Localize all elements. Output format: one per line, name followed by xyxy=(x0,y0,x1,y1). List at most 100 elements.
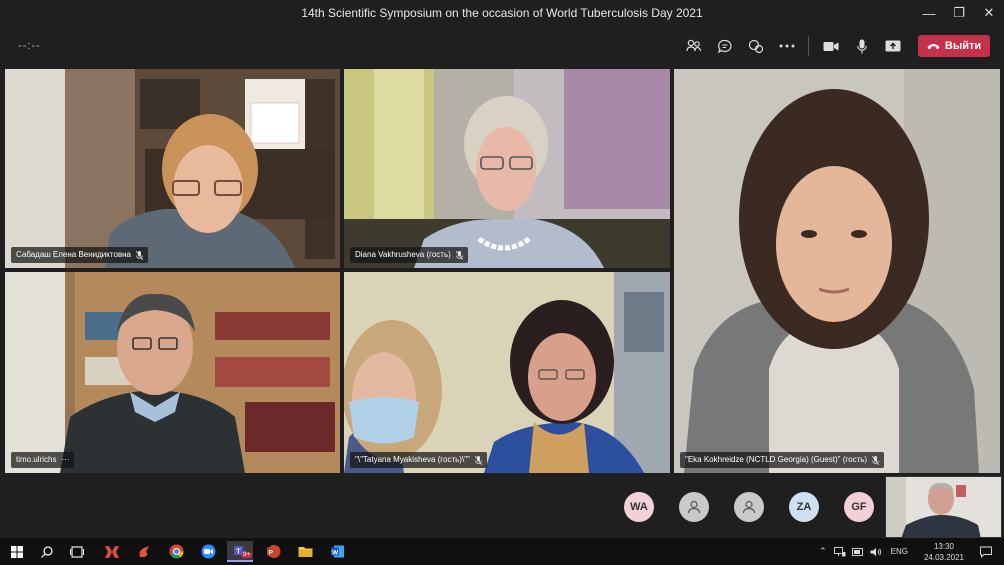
battery-icon[interactable] xyxy=(851,547,864,556)
self-video xyxy=(886,477,1001,537)
participant-strip: WA ZA GF xyxy=(0,476,1004,538)
participant-video xyxy=(344,272,670,473)
participant-video xyxy=(5,272,340,473)
svg-text:T: T xyxy=(236,548,241,555)
system-clock[interactable]: 13:30 24.03.2021 xyxy=(914,541,974,563)
leave-button[interactable]: Выйти xyxy=(918,35,990,57)
participants-button[interactable] xyxy=(678,34,709,58)
taskbar-app-chrome[interactable] xyxy=(163,541,189,562)
participant-name-tag: Сабадаш Елена Венидиктовна xyxy=(11,247,149,263)
participant-video xyxy=(344,69,670,268)
title-bar: 14th Scientific Symposium on the occasio… xyxy=(0,0,1004,26)
chat-button[interactable] xyxy=(709,34,740,58)
video-tile-timo[interactable]: timo.ulrichs ··· xyxy=(5,272,340,473)
task-view-icon xyxy=(70,545,84,558)
participant-name-tag: "\"Tatyana Myakisheva (гость)\"" xyxy=(350,452,487,468)
taskbar-app-word[interactable]: W xyxy=(324,541,350,562)
participant-name: Сабадаш Елена Венидиктовна xyxy=(16,250,132,259)
meeting-toolbar: --:-- Выйти xyxy=(0,26,1004,66)
clock-date: 24.03.2021 xyxy=(923,552,964,562)
input-language[interactable]: ENG xyxy=(885,547,914,556)
participant-name: "Eka Kokhreidze (NCTLD Georgia) (Guest)"… xyxy=(685,455,868,464)
person-icon xyxy=(742,500,756,514)
word-icon: W xyxy=(330,545,344,558)
restore-icon[interactable]: ❐ xyxy=(944,0,974,26)
avatar-initials: GF xyxy=(851,501,867,513)
video-grid: Сабадаш Елена Венидиктовна Diana Vakhrus… xyxy=(0,66,1004,476)
avatar-generic[interactable] xyxy=(679,492,709,522)
minimize-icon[interactable]: — xyxy=(914,0,944,26)
reactions-icon xyxy=(748,39,763,53)
taskbar-app-explorer[interactable] xyxy=(292,541,318,562)
reactions-button[interactable] xyxy=(740,34,771,58)
powerpoint-icon: P xyxy=(266,545,280,558)
share-screen-icon xyxy=(885,40,900,52)
mic-muted-icon xyxy=(455,250,463,260)
chrome-icon xyxy=(169,544,183,559)
taskbar-app-lightning[interactable] xyxy=(131,541,157,562)
mic-muted-icon xyxy=(474,455,482,465)
task-view-button[interactable] xyxy=(64,541,90,562)
search-icon xyxy=(41,545,53,558)
volume-icon[interactable] xyxy=(870,547,882,557)
close-icon[interactable]: ✕ xyxy=(974,0,1004,26)
meeting-controls: Выйти xyxy=(678,34,990,58)
microphone-icon xyxy=(856,39,867,53)
microphone-button[interactable] xyxy=(846,34,877,58)
participant-name-tag: timo.ulrichs ··· xyxy=(11,452,75,468)
teams-badge: 9+ xyxy=(241,552,252,558)
share-screen-button[interactable] xyxy=(877,34,908,58)
mic-muted-icon xyxy=(872,455,880,465)
self-view-video[interactable] xyxy=(885,476,1002,538)
clock-time: 13:30 xyxy=(933,541,954,551)
taskbar-app-teams[interactable]: T 9+ xyxy=(227,541,253,562)
participant-name: Diana Vakhrusheva (гость) xyxy=(355,250,451,259)
video-tile-eka[interactable]: "Eka Kokhreidze (NCTLD Georgia) (Guest)"… xyxy=(674,69,1000,473)
avatar-za[interactable]: ZA xyxy=(789,492,819,522)
taskbar-app-dc[interactable] xyxy=(99,541,125,562)
start-button[interactable] xyxy=(4,541,30,562)
more-actions-button[interactable] xyxy=(771,34,802,58)
dc-app-icon xyxy=(105,545,119,558)
avatar-initials: ZA xyxy=(796,501,812,513)
taskbar-app-zoom[interactable] xyxy=(195,541,221,562)
camera-button[interactable] xyxy=(815,34,846,58)
network-icon[interactable] xyxy=(833,546,846,557)
lightning-app-icon xyxy=(139,545,149,557)
avatar-initials: WA xyxy=(630,501,648,513)
video-tile-diana[interactable]: Diana Vakhrusheva (гость) xyxy=(344,69,670,268)
window-title: 14th Scientific Symposium on the occasio… xyxy=(301,6,703,20)
person-icon xyxy=(687,500,701,514)
svg-text:P: P xyxy=(268,549,273,556)
more-options-icon[interactable]: ··· xyxy=(61,452,69,468)
camera-icon xyxy=(823,41,838,51)
notifications-icon[interactable] xyxy=(980,546,992,558)
video-tile-tatyana[interactable]: "\"Tatyana Myakisheva (гость)\"" xyxy=(344,272,670,473)
folder-icon xyxy=(298,547,312,557)
chevron-up-icon[interactable]: ⌃ xyxy=(815,546,831,557)
chat-icon xyxy=(717,39,732,53)
phone-hangup-icon xyxy=(927,43,940,49)
avatar-gf[interactable]: GF xyxy=(844,492,874,522)
participant-video xyxy=(674,69,1000,473)
taskbar-app-powerpoint[interactable]: P xyxy=(260,541,286,562)
windows-logo-icon xyxy=(11,545,23,558)
participant-name: timo.ulrichs xyxy=(16,455,57,464)
participants-icon xyxy=(685,39,701,52)
meeting-timer: --:-- xyxy=(18,40,41,52)
participant-name: "\"Tatyana Myakisheva (гость)\"" xyxy=(355,455,470,464)
participant-name-tag: Diana Vakhrusheva (гость) xyxy=(350,247,468,263)
avatar-generic[interactable] xyxy=(734,492,764,522)
video-tile-sabadash[interactable]: Сабадаш Елена Венидиктовна xyxy=(5,69,340,268)
leave-label: Выйти xyxy=(944,40,982,52)
participant-video xyxy=(5,69,340,268)
windows-taskbar: T 9+ P W ⌃ ENG 13:30 24.03.2021 xyxy=(0,538,1004,565)
window-controls: — ❐ ✕ xyxy=(914,0,1004,26)
zoom-icon xyxy=(201,544,215,559)
system-tray: ⌃ ENG 13:30 24.03.2021 xyxy=(815,538,1004,565)
search-button[interactable] xyxy=(34,541,60,562)
svg-text:W: W xyxy=(332,549,339,556)
avatar-wa[interactable]: WA xyxy=(624,492,654,522)
mic-muted-icon xyxy=(136,250,144,260)
participant-name-tag: "Eka Kokhreidze (NCTLD Georgia) (Guest)"… xyxy=(680,452,885,468)
